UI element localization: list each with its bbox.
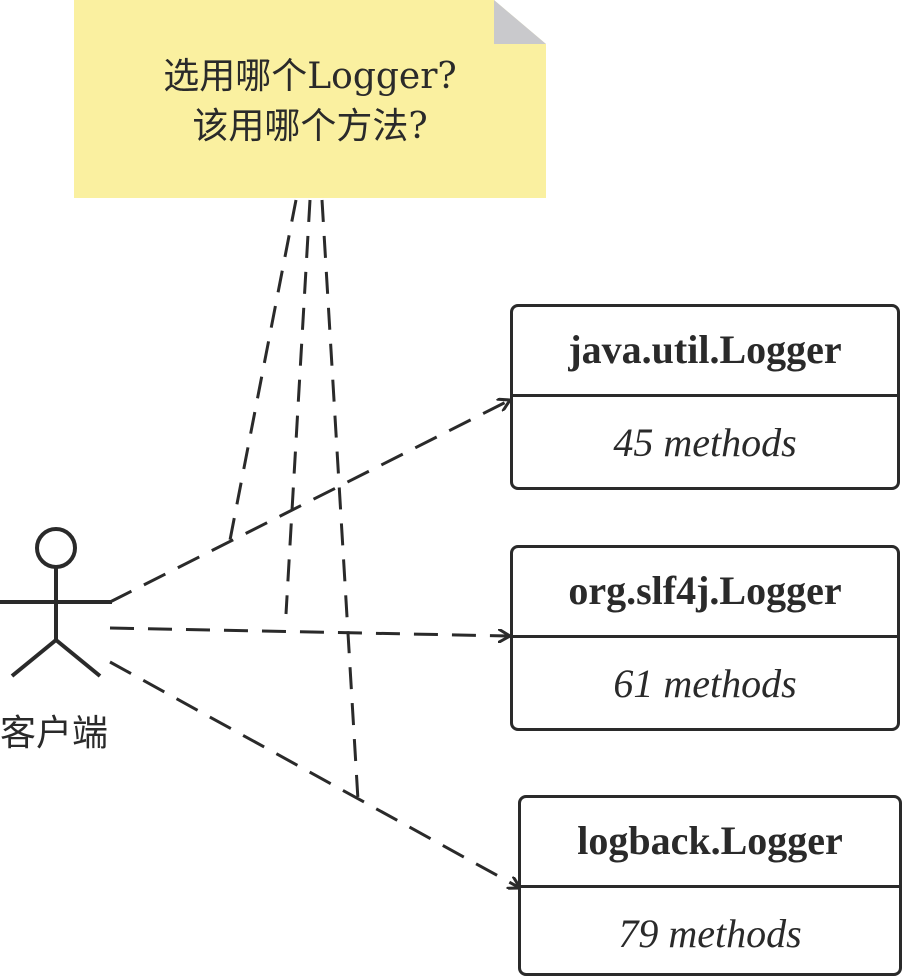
class-methods: 79 methods (618, 910, 802, 956)
actor-left-leg (10, 638, 58, 678)
class-methods: 61 methods (613, 660, 797, 706)
class-box-java-util-logger: java.util.Logger 45 methods (510, 304, 900, 490)
class-name: logback.Logger (521, 798, 899, 888)
actor-label: 客户端 (0, 713, 109, 754)
class-box-logback-logger: logback.Logger 79 methods (518, 795, 902, 976)
class-name: org.slf4j.Logger (513, 548, 897, 638)
class-box-org-slf4j-logger: org.slf4j.Logger 61 methods (510, 545, 900, 731)
note-anchor-line (320, 199, 360, 801)
note-anchor-line (284, 199, 312, 615)
dependency-arrow-java-util (109, 400, 510, 604)
class-name: java.util.Logger (513, 307, 897, 397)
dependency-arrow-slf4j (109, 626, 510, 636)
actor-head (35, 527, 77, 569)
dependency-arrow-logback (109, 660, 520, 888)
note-anchor-line (228, 199, 298, 541)
actor-right-leg (54, 638, 102, 678)
class-methods: 45 methods (613, 419, 797, 465)
actor-figure (0, 527, 112, 678)
